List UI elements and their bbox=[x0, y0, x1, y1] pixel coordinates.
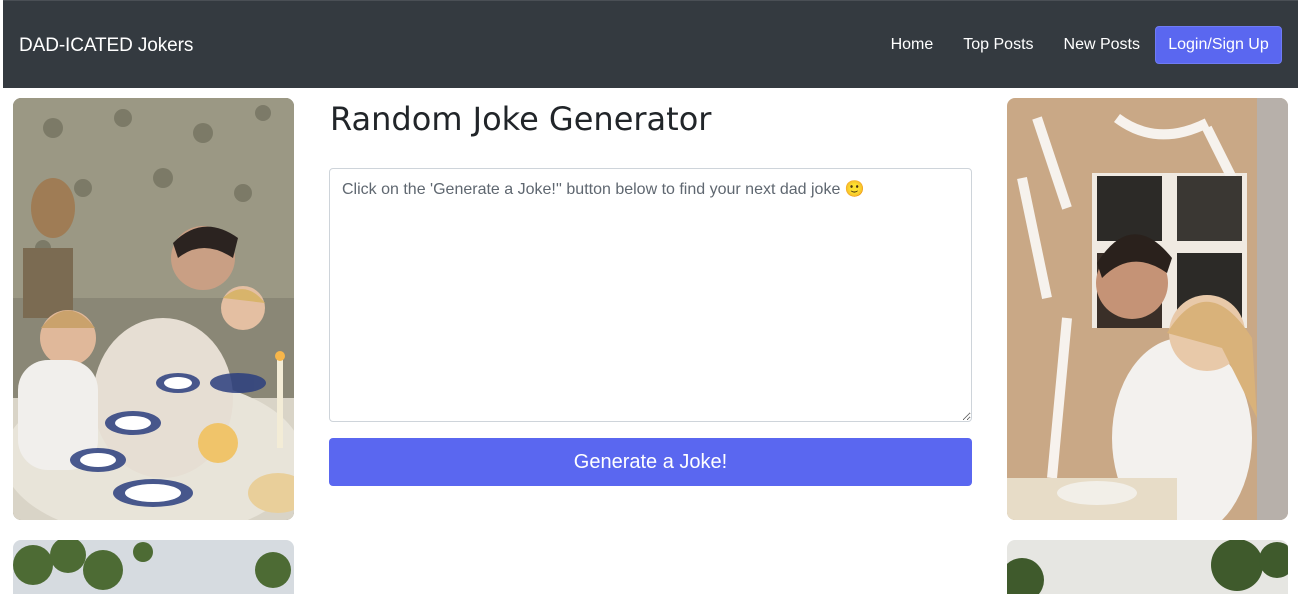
nav-new-posts-link[interactable]: New Posts bbox=[1049, 36, 1155, 54]
generate-joke-button[interactable]: Generate a Joke! bbox=[329, 438, 972, 486]
page-title: Random Joke Generator bbox=[330, 100, 712, 138]
navbar: DAD-ICATED Jokers Home Top Posts New Pos… bbox=[3, 0, 1298, 88]
joke-textarea[interactable]: Click on the 'Generate a Joke!'' button … bbox=[329, 168, 972, 422]
family-breakfast-photo bbox=[13, 98, 294, 520]
nav-links: Home Top Posts New Posts Login/Sign Up bbox=[876, 26, 1282, 64]
nav-top-posts-link[interactable]: Top Posts bbox=[948, 36, 1048, 54]
nav-home-link[interactable]: Home bbox=[876, 36, 949, 54]
login-signup-button[interactable]: Login/Sign Up bbox=[1155, 26, 1282, 64]
cardboard-house-photo bbox=[1007, 98, 1288, 520]
brand-logo[interactable]: DAD-ICATED Jokers bbox=[19, 35, 193, 57]
trees-photo-left bbox=[13, 540, 294, 594]
trees-photo-right bbox=[1007, 540, 1288, 594]
